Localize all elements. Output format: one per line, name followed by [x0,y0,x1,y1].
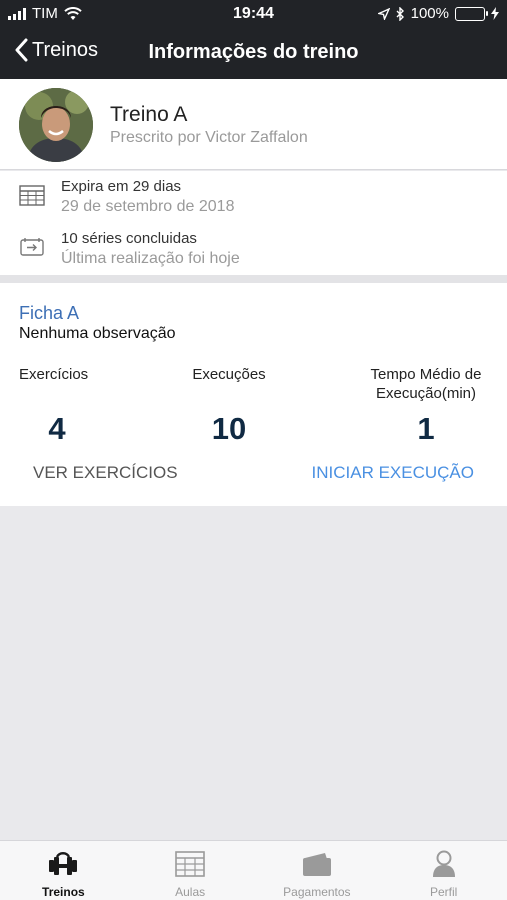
tab-label: Treinos [42,885,85,899]
workout-header: Treino A Prescrito por Victor Zaffalon [0,79,507,170]
expiry-row: Expira em 29 dias 29 de setembro de 2018 [0,171,507,219]
bluetooth-icon [396,6,404,21]
view-exercises-button[interactable]: VER EXERCÍCIOS [33,463,178,483]
workout-name: Treino A [110,103,188,126]
stat-value: 10 [211,411,247,446]
top-bar: TIM 19:44 100% Treinos Informações do tr… [0,0,507,79]
grid-icon [175,851,205,877]
last-done: Última realização foi hoje [61,250,240,267]
stat-value: 1 [417,411,435,446]
ficha-card: Ficha A Nenhuma observação Exercícios 4 … [0,283,507,506]
navigation-bar: Treinos Informações do treino [0,28,507,79]
ticket-icon [20,238,44,256]
battery-percent: 100% [410,5,449,22]
person-icon [432,850,455,877]
status-bar: TIM 19:44 100% [0,0,507,28]
stat-exercises: Exercícios 4 [19,365,95,447]
ficha-observation: Nenhuma observação [19,325,176,342]
series-row: 10 séries concluidas Última realização f… [0,223,507,271]
tab-perfil[interactable]: Perfil [380,841,507,900]
location-arrow-icon [377,7,390,20]
stat-value: 4 [48,411,66,446]
tab-label: Aulas [175,885,206,899]
dumbbell-icon [49,852,78,875]
battery-icon [455,6,488,21]
tab-treinos[interactable]: Treinos [0,841,127,900]
stat-average-time: Tempo Médio de Execução(min) 1 [356,365,496,447]
stat-label: Execuções [192,366,266,383]
stat-label-line1: Tempo Médio de [370,366,482,383]
tab-aulas[interactable]: Aulas [127,841,254,900]
workout-info: Expira em 29 dias 29 de setembro de 2018… [0,171,507,275]
expiry-date: 29 de setembro de 2018 [61,198,235,215]
ficha-title: Ficha A [19,303,80,323]
stat-executions: Execuções 10 [180,365,278,447]
tab-label: Perfil [429,885,458,899]
stat-label-line2: Execução(min) [375,385,477,402]
expiry-label: Expira em 29 dias [61,178,182,195]
start-execution-button[interactable]: INICIAR EXECUÇÃO [312,463,474,483]
wallet-icon [302,853,331,876]
tab-bar: Treinos Aulas Pagamentos Perfil [0,840,507,900]
tab-pagamentos[interactable]: Pagamentos [254,841,381,900]
page-title: Informações do treino [148,41,359,63]
charging-icon [491,7,499,20]
section-divider [0,275,507,283]
calendar-icon [19,185,45,206]
avatar [19,88,93,162]
stat-label: Exercícios [19,366,89,383]
prescribed-by: Prescrito por Victor Zaffalon [110,129,308,146]
tab-label: Pagamentos [283,885,351,899]
series-label: 10 séries concluidas [61,230,197,247]
